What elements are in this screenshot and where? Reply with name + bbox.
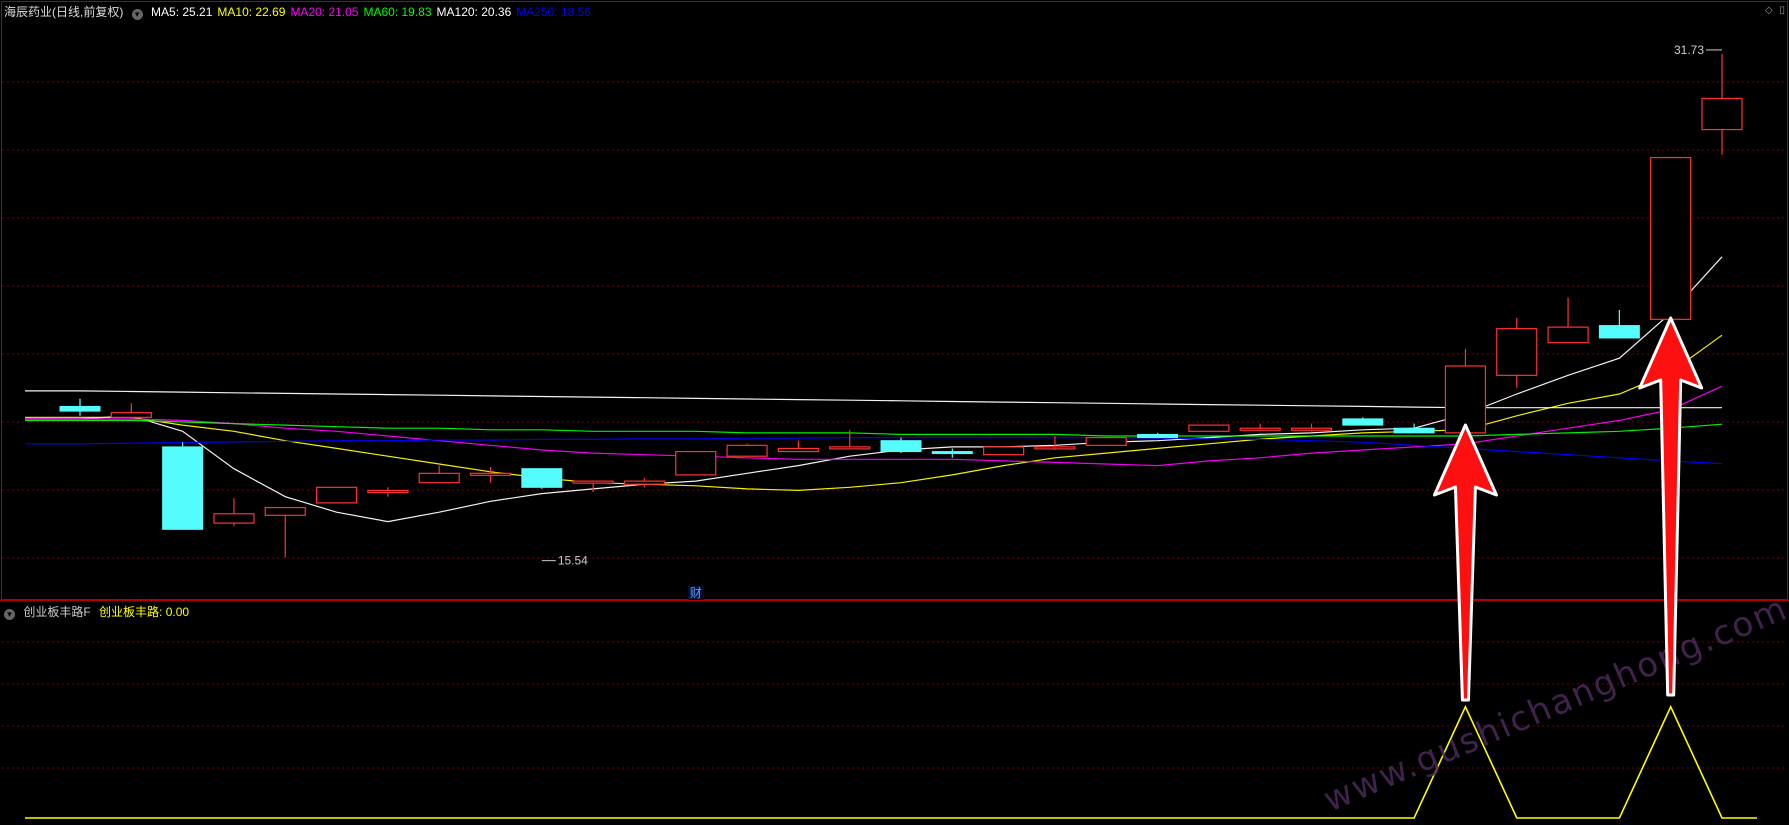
signal-arrow-1 [1432,423,1498,702]
legend-toggle-icon[interactable]: ▾ [131,9,143,20]
candle-body-up [1496,328,1538,376]
diamond-icon[interactable]: ◇ [1765,5,1773,16]
candle-body-up [418,472,460,484]
low-price-label: 15.54 [558,554,588,568]
window-icon[interactable]: ▯ [1779,5,1785,16]
candle-body-down [162,446,204,530]
candle-body-down [1393,427,1435,434]
candle-body-up [110,412,152,418]
candle-body-down [59,405,101,412]
candle-body-up [1444,365,1487,434]
watermark: www.gushichanghong.com [1318,588,1789,820]
candle-body-down [1137,433,1179,439]
candle-body-up [675,450,717,476]
candle-body-up [1547,326,1589,344]
main-legend: 海辰药业(日线,前复权) ▾ MA5: 25.21 MA10: 22.69 MA20… [4,5,601,20]
indicator-toggle-icon[interactable]: ▾ [4,609,15,620]
candle-body-up [572,480,614,484]
candle-body-up [213,513,255,524]
candle-body-up [367,489,409,494]
candle-body-down [521,468,563,488]
candle-body-up [623,480,666,485]
ma-legend: MA5: 25.21 MA10: 22.69 MA20: 21.05 MA60: 19… [151,5,596,19]
signal-arrow-1-shape [1432,423,1498,702]
candle-body-up [1650,156,1692,320]
candle-body-up [469,472,512,476]
candle-body-down [931,451,973,455]
high-price-label: 31.73 [1674,43,1704,57]
ma-legend-item: MA250: 18.56 [516,5,591,19]
candle-body-up [1085,436,1127,446]
stock-title[interactable]: 海辰药业(日线,前复权) [4,5,123,19]
indicator-value: 创业板丰路: 0.00 [99,605,190,619]
indicator-name[interactable]: 创业板丰路F [23,605,90,619]
indicator-legend: ▾ 创业板丰路F 创业板丰路: 0.00 [4,605,194,620]
candle-body-up [777,447,819,453]
candle-body-up [1034,446,1076,450]
ma-legend-item: MA5: 25.21 [151,5,213,19]
finance-badge: 财 [690,586,702,600]
candle-body-down [1598,325,1640,339]
candle-body-up [1290,427,1333,431]
corner-icons: ◇ ▯ [1761,5,1785,16]
chart-root: 15.54 31.73 财 www.gushichanghong.com 海辰药业(日… [0,0,1789,820]
candle-body-down [1342,418,1384,426]
candle-body-up [829,446,871,450]
candle-body-up [983,446,1025,456]
candle-body-up [1188,424,1230,432]
candle-body-down [880,440,922,453]
candle-body-up [1239,427,1281,431]
candle-body-up [264,506,306,516]
ma-legend-item: MA10: 22.69 [217,5,286,19]
candle-body-up [726,444,768,457]
ma-legend-item: MA120: 20.36 [436,5,512,19]
candle-body-up [315,486,358,504]
candle-body-up [1701,97,1743,131]
ma-legend-item: MA20: 21.05 [290,5,359,19]
ma-legend-item: MA60: 19.83 [363,5,432,19]
chart-canvas: 15.54 31.73 财 www.gushichanghong.com [0,1,1789,820]
